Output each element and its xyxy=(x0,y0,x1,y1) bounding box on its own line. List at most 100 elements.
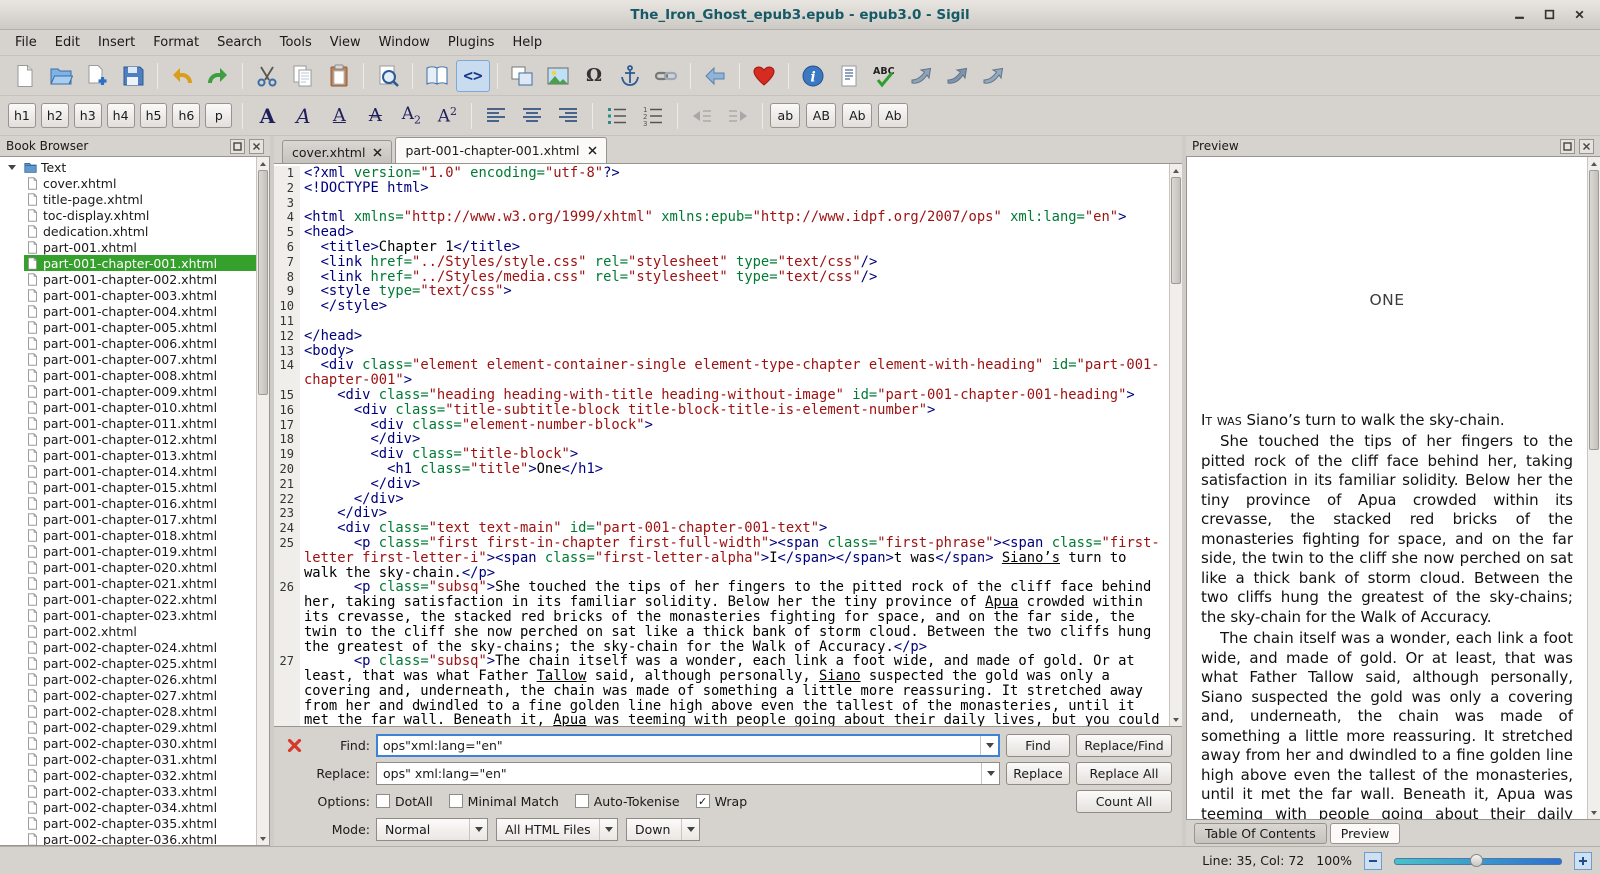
cut-button[interactable] xyxy=(250,60,284,92)
tree-folder-text[interactable]: Text xyxy=(0,159,256,175)
find-button[interactable]: Find xyxy=(1006,734,1070,757)
menu-search[interactable]: Search xyxy=(208,32,271,53)
automate-3-button[interactable] xyxy=(976,60,1010,92)
file-item-part-002-chapter-033.xhtml[interactable]: part-002-chapter-033.xhtml xyxy=(0,783,256,799)
file-item-part-002-chapter-024.xhtml[interactable]: part-002-chapter-024.xhtml xyxy=(0,639,256,655)
scrollbar-thumb[interactable] xyxy=(258,170,268,395)
mode-select-1[interactable]: All HTML Files xyxy=(496,818,618,841)
file-item-part-001-chapter-017.xhtml[interactable]: part-001-chapter-017.xhtml xyxy=(0,511,256,527)
file-item-part-001.xhtml[interactable]: part-001.xhtml xyxy=(0,239,256,255)
file-item-part-001-chapter-012.xhtml[interactable]: part-001-chapter-012.xhtml xyxy=(0,431,256,447)
subscript-button[interactable]: A2 xyxy=(394,100,428,132)
new-file-button[interactable] xyxy=(8,60,42,92)
minimize-button[interactable] xyxy=(1510,6,1528,24)
underline-button[interactable]: A xyxy=(322,100,356,132)
chevron-down-icon[interactable] xyxy=(981,763,999,784)
mode-select-0[interactable]: Normal xyxy=(376,818,488,841)
file-item-part-002-chapter-028.xhtml[interactable]: part-002-chapter-028.xhtml xyxy=(0,703,256,719)
book-browser-tree[interactable]: Textcover.xhtmltitle-page.xhtmltoc-displ… xyxy=(0,157,256,845)
file-item-part-001-chapter-002.xhtml[interactable]: part-001-chapter-002.xhtml xyxy=(0,271,256,287)
capitalize-button[interactable]: Ab xyxy=(878,103,908,128)
insert-id-button[interactable] xyxy=(613,60,647,92)
zoom-in-button[interactable] xyxy=(1574,852,1592,870)
close-button[interactable] xyxy=(1570,6,1588,24)
scroll-down-icon[interactable] xyxy=(257,832,269,845)
preview-tab-table-of-contents[interactable]: Table Of Contents xyxy=(1194,823,1327,844)
numbered-list-button[interactable]: 123 xyxy=(636,100,670,132)
menu-file[interactable]: File xyxy=(6,32,46,53)
lowercase-button[interactable]: ab xyxy=(770,103,800,128)
heading-h5-button[interactable]: h5 xyxy=(140,103,168,128)
editor-scrollbar[interactable] xyxy=(1169,164,1182,726)
file-item-part-001-chapter-014.xhtml[interactable]: part-001-chapter-014.xhtml xyxy=(0,463,256,479)
book-browser-scrollbar[interactable] xyxy=(256,157,269,845)
close-panel-button[interactable] xyxy=(1579,139,1594,154)
metadata-info-button[interactable]: i xyxy=(796,60,830,92)
file-item-part-001-chapter-006.xhtml[interactable]: part-001-chapter-006.xhtml xyxy=(0,335,256,351)
heading-h3-button[interactable]: h3 xyxy=(74,103,102,128)
menu-view[interactable]: View xyxy=(321,32,370,53)
automate-2-button[interactable] xyxy=(940,60,974,92)
file-item-part-002-chapter-030.xhtml[interactable]: part-002-chapter-030.xhtml xyxy=(0,735,256,751)
menu-window[interactable]: Window xyxy=(370,32,439,53)
heading-p-button[interactable]: p xyxy=(205,103,232,128)
titlecase-button[interactable]: Ab xyxy=(842,103,872,128)
file-item-part-001-chapter-018.xhtml[interactable]: part-001-chapter-018.xhtml xyxy=(0,527,256,543)
align-left-button[interactable] xyxy=(479,100,513,132)
file-item-cover.xhtml[interactable]: cover.xhtml xyxy=(0,175,256,191)
file-item-part-001-chapter-007.xhtml[interactable]: part-001-chapter-007.xhtml xyxy=(0,351,256,367)
scrollbar-thumb[interactable] xyxy=(1589,170,1599,450)
file-item-part-002-chapter-031.xhtml[interactable]: part-002-chapter-031.xhtml xyxy=(0,751,256,767)
file-item-part-001-chapter-001.xhtml[interactable]: part-001-chapter-001.xhtml xyxy=(0,255,256,271)
maximize-button[interactable] xyxy=(1540,6,1558,24)
replace-button[interactable]: Replace xyxy=(1006,762,1070,785)
heading-h2-button[interactable]: h2 xyxy=(41,103,69,128)
back-arrow-button[interactable] xyxy=(698,60,732,92)
file-item-part-001-chapter-019.xhtml[interactable]: part-001-chapter-019.xhtml xyxy=(0,543,256,559)
zoom-slider-handle[interactable] xyxy=(1470,854,1483,867)
insert-image-button[interactable] xyxy=(541,60,575,92)
file-item-part-002-chapter-034.xhtml[interactable]: part-002-chapter-034.xhtml xyxy=(0,799,256,815)
paste-button[interactable] xyxy=(322,60,356,92)
align-center-button[interactable] xyxy=(515,100,549,132)
file-item-part-002.xhtml[interactable]: part-002.xhtml xyxy=(0,623,256,639)
zoom-slider[interactable] xyxy=(1394,852,1562,870)
uppercase-button[interactable]: AB xyxy=(806,103,836,128)
file-item-part-002-chapter-025.xhtml[interactable]: part-002-chapter-025.xhtml xyxy=(0,655,256,671)
menu-plugins[interactable]: Plugins xyxy=(439,32,504,53)
indent-button[interactable] xyxy=(721,100,755,132)
file-item-part-001-chapter-016.xhtml[interactable]: part-001-chapter-016.xhtml xyxy=(0,495,256,511)
file-item-part-001-chapter-011.xhtml[interactable]: part-001-chapter-011.xhtml xyxy=(0,415,256,431)
file-item-part-002-chapter-035.xhtml[interactable]: part-002-chapter-035.xhtml xyxy=(0,815,256,831)
donate-heart-button[interactable] xyxy=(747,60,781,92)
file-item-part-001-chapter-005.xhtml[interactable]: part-001-chapter-005.xhtml xyxy=(0,319,256,335)
spellcheck-button[interactable]: ABC xyxy=(868,60,902,92)
chevron-down-icon[interactable] xyxy=(980,736,998,755)
count-all-button[interactable]: Count All xyxy=(1076,790,1172,813)
file-item-part-001-chapter-010.xhtml[interactable]: part-001-chapter-010.xhtml xyxy=(0,399,256,415)
file-item-part-001-chapter-009.xhtml[interactable]: part-001-chapter-009.xhtml xyxy=(0,383,256,399)
replace-find-button[interactable]: Replace/Find xyxy=(1076,734,1172,757)
bold-button[interactable]: A xyxy=(250,100,284,132)
close-panel-button[interactable] xyxy=(249,139,264,154)
float-panel-button[interactable] xyxy=(230,139,245,154)
tab-close-icon[interactable] xyxy=(588,143,597,158)
menu-format[interactable]: Format xyxy=(144,32,208,53)
menu-edit[interactable]: Edit xyxy=(46,32,89,53)
italic-button[interactable]: A xyxy=(286,100,320,132)
file-item-part-001-chapter-008.xhtml[interactable]: part-001-chapter-008.xhtml xyxy=(0,367,256,383)
menu-tools[interactable]: Tools xyxy=(271,32,321,53)
file-item-title-page.xhtml[interactable]: title-page.xhtml xyxy=(0,191,256,207)
tab-cover.xhtml[interactable]: cover.xhtml xyxy=(282,140,392,163)
automate-1-button[interactable] xyxy=(904,60,938,92)
align-right-button[interactable] xyxy=(551,100,585,132)
book-view-button[interactable] xyxy=(420,60,454,92)
option-wrap[interactable]: ✓Wrap xyxy=(696,794,748,809)
scroll-up-icon[interactable] xyxy=(1170,164,1182,177)
find-input[interactable]: ops"xml:lang="en" xyxy=(376,734,1000,757)
code-view-button[interactable]: <> xyxy=(456,60,490,92)
bullet-list-button[interactable] xyxy=(600,100,634,132)
special-character-button[interactable]: Ω xyxy=(577,60,611,92)
file-item-dedication.xhtml[interactable]: dedication.xhtml xyxy=(0,223,256,239)
file-item-part-001-chapter-023.xhtml[interactable]: part-001-chapter-023.xhtml xyxy=(0,607,256,623)
